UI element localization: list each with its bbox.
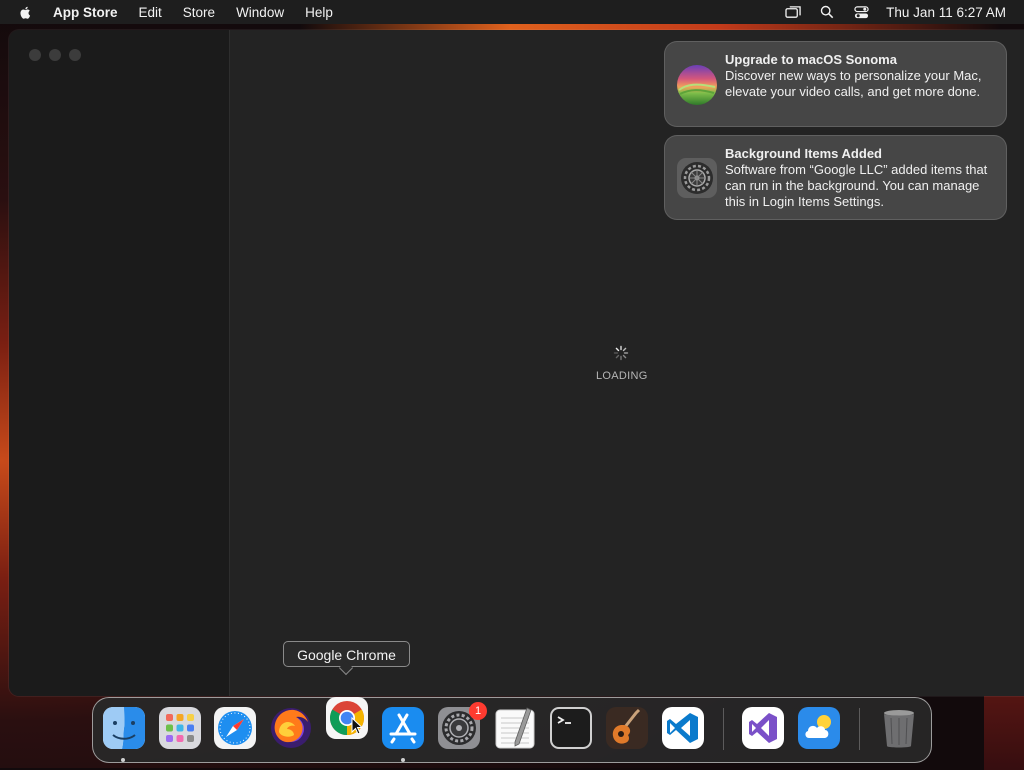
terminal-icon bbox=[550, 707, 592, 749]
notification-title: Background Items Added bbox=[725, 146, 882, 161]
zoom-button[interactable] bbox=[69, 49, 81, 61]
menu-app-name[interactable]: App Store bbox=[53, 5, 118, 20]
sidebar bbox=[9, 30, 230, 696]
textedit-icon bbox=[495, 707, 535, 749]
dock-item-system-settings[interactable]: 1 bbox=[437, 702, 487, 750]
notification-background-items[interactable]: Background Items Added Software from “Go… bbox=[664, 135, 1007, 220]
dock-item-firefox[interactable] bbox=[269, 706, 313, 750]
menu-bar-clock[interactable]: Thu Jan 11 6:27 AM bbox=[886, 5, 1006, 20]
trash-icon bbox=[884, 710, 914, 748]
dock-item-vscode[interactable] bbox=[661, 706, 705, 750]
spinner-icon bbox=[613, 345, 629, 361]
spotlight-search-icon[interactable] bbox=[818, 4, 836, 20]
weather-icon bbox=[798, 707, 840, 749]
dock-item-app-store[interactable] bbox=[381, 706, 425, 750]
dock-item-safari[interactable] bbox=[213, 706, 257, 750]
dock-item-visual-studio[interactable] bbox=[741, 706, 785, 750]
vscode-icon bbox=[662, 707, 704, 749]
notification-badge: 1 bbox=[469, 702, 487, 720]
menu-edit[interactable]: Edit bbox=[139, 5, 162, 20]
running-indicator bbox=[401, 758, 405, 762]
menu-bar: App Store Edit Store Window Help Thu Jan… bbox=[0, 0, 1024, 24]
menu-store[interactable]: Store bbox=[183, 5, 215, 20]
screen-mirroring-icon[interactable] bbox=[784, 4, 802, 20]
mouse-cursor-icon bbox=[351, 717, 363, 735]
apple-menu-icon[interactable] bbox=[18, 4, 34, 20]
notification-body: Discover new ways to personalize your Ma… bbox=[725, 68, 982, 99]
dock-item-trash[interactable] bbox=[877, 706, 921, 750]
minimize-button[interactable] bbox=[49, 49, 61, 61]
loading-indicator: LOADING bbox=[596, 345, 648, 382]
window-controls bbox=[29, 49, 81, 61]
dock-separator bbox=[723, 708, 724, 750]
firefox-icon bbox=[271, 708, 311, 748]
system-settings-gear-icon bbox=[676, 157, 718, 199]
close-button[interactable] bbox=[29, 49, 41, 61]
dock-item-launchpad[interactable] bbox=[158, 706, 202, 750]
app-store-icon bbox=[382, 707, 424, 749]
safari-icon bbox=[214, 707, 256, 749]
dock-item-weather[interactable] bbox=[797, 706, 841, 750]
dock: 1 bbox=[92, 697, 932, 763]
app-store-window bbox=[9, 30, 1024, 696]
visual-studio-icon bbox=[742, 707, 784, 749]
running-indicator bbox=[121, 758, 125, 762]
garageband-icon bbox=[606, 707, 648, 749]
control-center-icon[interactable] bbox=[852, 4, 870, 20]
notification-sonoma-upgrade[interactable]: Upgrade to macOS Sonoma Discover new way… bbox=[664, 41, 1007, 127]
loading-label: LOADING bbox=[596, 370, 648, 382]
menu-window[interactable]: Window bbox=[236, 5, 284, 20]
dock-separator bbox=[859, 708, 860, 750]
dock-item-terminal[interactable] bbox=[549, 706, 593, 750]
finder-icon bbox=[103, 707, 145, 749]
launchpad-icon bbox=[159, 707, 201, 749]
menu-help[interactable]: Help bbox=[305, 5, 333, 20]
notification-body: Software from “Google LLC” added items t… bbox=[725, 162, 988, 209]
dock-item-textedit[interactable] bbox=[493, 706, 537, 750]
macos-sonoma-icon bbox=[676, 64, 718, 106]
dock-item-garageband[interactable] bbox=[605, 706, 649, 750]
dock-item-finder[interactable] bbox=[102, 706, 146, 750]
dock-tooltip: Google Chrome bbox=[283, 641, 410, 667]
notification-title: Upgrade to macOS Sonoma bbox=[725, 52, 897, 67]
